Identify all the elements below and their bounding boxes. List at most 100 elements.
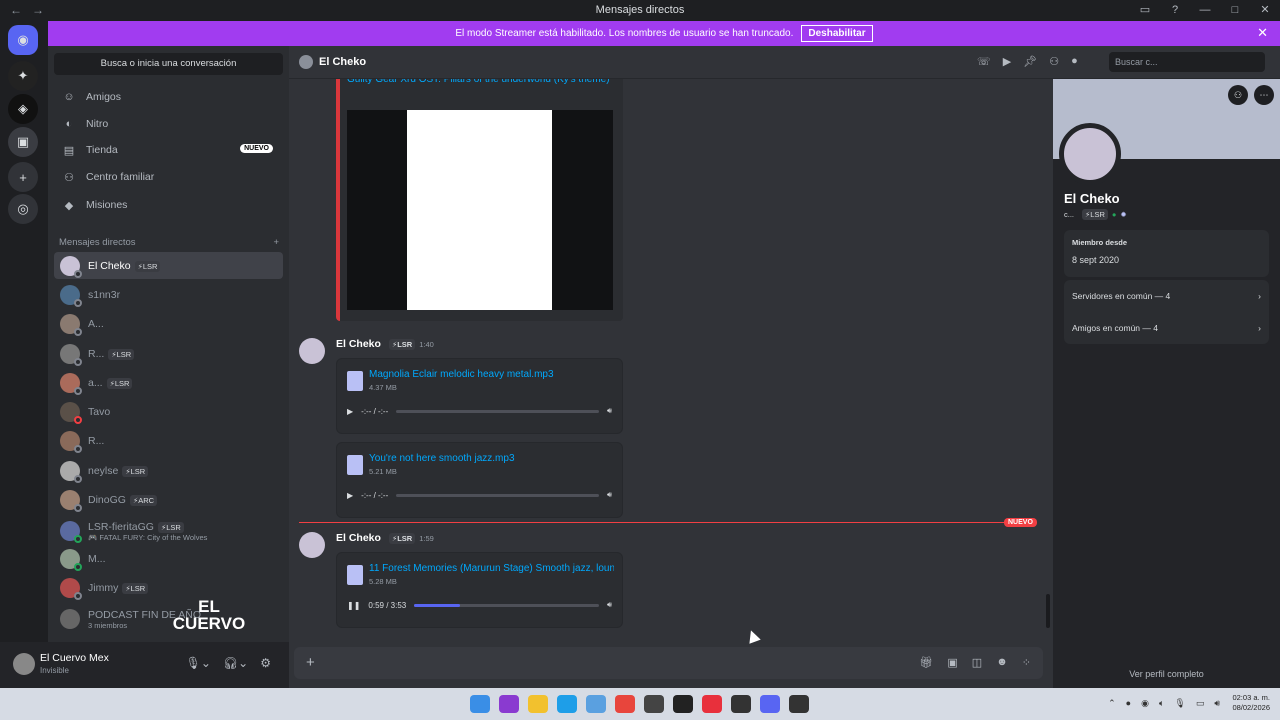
volume-icon[interactable]: 🔊︎ (607, 490, 612, 500)
close-icon[interactable]: ✕ (1257, 25, 1268, 41)
play-icon[interactable]: ▶ (347, 407, 353, 416)
voice-call-icon[interactable]: ☏ (977, 55, 991, 68)
profile-avatar[interactable] (1059, 123, 1121, 185)
nav-nitro[interactable]: ◐ Nitro (54, 111, 283, 137)
dm-item[interactable]: A... (54, 310, 283, 337)
attach-plus-icon[interactable]: + (306, 654, 315, 671)
network-icon[interactable]: ▭ (1196, 698, 1205, 709)
help-icon[interactable]: ? (1160, 0, 1190, 21)
nav-quests[interactable]: ◆ Misiones (54, 192, 283, 218)
author-name[interactable]: El Cheko (336, 338, 381, 350)
dm-item[interactable]: neylse ⚡LSR (54, 457, 283, 484)
chat-recipient[interactable]: El Cheko (299, 55, 366, 69)
dm-item[interactable]: LSR-fieritaGG ⚡LSR 🎮 FATAL FURY: City of t… (54, 516, 283, 546)
chat-search-input[interactable]: Buscar c... (1109, 52, 1265, 72)
conversation-search-button[interactable]: Busca o inicia una conversación (54, 53, 283, 75)
gift-icon[interactable]: 🎁︎ (919, 656, 933, 669)
dm-item[interactable]: PODCAST FIN DE AÑO 3 miembros (54, 604, 283, 634)
author-name[interactable]: El Cheko (336, 532, 381, 544)
media-icon[interactable] (702, 695, 722, 713)
system-clock[interactable]: 02:03 a. m. 08/02/2026 (1232, 693, 1270, 713)
pin-icon[interactable]: 📌︎ (1023, 55, 1037, 68)
dm-item[interactable]: DinoGG ⚡ARC (54, 486, 283, 513)
file-name[interactable]: 11 Forest Memories (Marurun Stage) Smoot… (369, 563, 614, 574)
apps-icon[interactable]: ⁘ (1022, 656, 1031, 669)
dm-item[interactable]: a... ⚡LSR (54, 369, 283, 396)
obs-icon[interactable] (731, 695, 751, 713)
more-options-icon[interactable]: ⋯ (1254, 85, 1274, 105)
disable-streamer-button[interactable]: Deshabilitar (801, 25, 873, 42)
dm-item[interactable]: El Cheko ⚡LSR (54, 252, 283, 279)
avatar[interactable] (299, 532, 325, 558)
member-since-card: Miembro desde 8 sept 2020 (1064, 230, 1269, 277)
dm-item[interactable]: R... (54, 427, 283, 454)
dm-item[interactable]: M... (54, 545, 283, 572)
nav-friends[interactable]: ☺ Amigos (54, 84, 283, 110)
dm-item[interactable]: Jimmy ⚡LSR (54, 574, 283, 601)
user-profile-icon[interactable]: ● (1071, 55, 1078, 68)
discord-icon[interactable] (760, 695, 780, 713)
file-name[interactable]: You're not here smooth jazz.mp3 (369, 453, 614, 464)
sticker-icon[interactable]: ◫ (972, 656, 982, 669)
file-name[interactable]: Magnolia Eclair melodic heavy metal.mp3 (369, 369, 614, 380)
create-dm-icon[interactable]: + (273, 237, 279, 248)
microphone-icon[interactable]: 🎙︎⌄ (186, 656, 211, 670)
mutual-servers-row[interactable]: Servidores en común — 4 › (1064, 280, 1269, 312)
nav-shop[interactable]: ▤ Tienda NUEVO (54, 137, 283, 163)
dm-item[interactable]: Tavo (54, 398, 283, 425)
view-full-profile-link[interactable]: Ver perfil completo (1053, 669, 1280, 679)
chevron-up-icon[interactable]: ⌃ (1108, 698, 1116, 709)
avatar[interactable] (13, 653, 35, 675)
chatgpt-icon[interactable] (644, 695, 664, 713)
dm-item[interactable]: R... ⚡LSR (54, 340, 283, 367)
tray-app-icon[interactable]: ● (1126, 698, 1131, 709)
audio-progress-bar[interactable] (396, 493, 599, 497)
add-friends-icon[interactable]: ⚇ (1049, 55, 1059, 68)
add-friend-icon[interactable]: ⚇ (1228, 85, 1248, 105)
audio-progress-bar[interactable] (396, 409, 599, 413)
video-call-icon[interactable]: ▶ (1003, 55, 1011, 68)
volume-icon[interactable]: 🔊︎ (607, 600, 612, 610)
start-icon[interactable] (470, 695, 490, 713)
store-icon[interactable] (586, 695, 606, 713)
add-server-icon[interactable]: + (8, 162, 38, 192)
volume-icon[interactable]: 🔊︎ (1214, 698, 1220, 709)
close-button[interactable]: ✕ (1250, 0, 1280, 21)
scrollbar-thumb[interactable] (1046, 594, 1050, 628)
mutual-friends-row[interactable]: Amigos en común — 4 › (1064, 312, 1269, 344)
emoji-icon[interactable]: ☻ (996, 656, 1008, 669)
message-input[interactable]: + 🎁︎ ▣ ◫ ☻ ⁘ (294, 647, 1043, 679)
embed-link[interactable]: Guilty Gear Xrd OST: Pillars of the unde… (347, 79, 617, 87)
volume-icon[interactable]: 🔊︎ (607, 406, 612, 416)
server-icon[interactable]: ✦ (8, 61, 38, 91)
server-icon[interactable]: ◈ (8, 94, 38, 124)
play-icon[interactable]: ▶ (347, 491, 353, 500)
app-icon[interactable] (499, 695, 519, 713)
speaker-icon[interactable]: 🔈︎ (1159, 698, 1164, 709)
discord-home-icon[interactable]: ◉ (8, 25, 38, 55)
maximize-button[interactable]: □ (1220, 0, 1250, 21)
discord-tray-icon[interactable]: ◉ (1141, 698, 1149, 709)
audio-progress-bar[interactable] (414, 603, 599, 607)
avatar (60, 401, 82, 424)
avatar (60, 313, 82, 336)
inbox-icon[interactable]: ▭ (1130, 0, 1160, 21)
pause-icon[interactable]: ❚❚ (347, 601, 360, 610)
app-icon[interactable] (789, 695, 809, 713)
microphone-icon[interactable]: 🎙︎ (1174, 698, 1185, 709)
minimize-button[interactable]: — (1190, 0, 1220, 21)
avatar[interactable] (299, 338, 325, 364)
edge-icon[interactable] (557, 695, 577, 713)
settings-gear-icon[interactable]: ⚙ (260, 656, 271, 670)
file-explorer-icon[interactable] (528, 695, 548, 713)
discover-icon[interactable]: ◎ (8, 194, 38, 224)
server-folder-icon[interactable]: ▣ (8, 127, 38, 157)
headphones-icon[interactable]: 🎧︎⌄ (223, 656, 248, 670)
app-icon[interactable] (673, 695, 693, 713)
message-header: El Cheko ⚡LSR 1:40 (336, 338, 434, 350)
nav-family-center[interactable]: ⚇ Centro familiar (54, 164, 283, 190)
dm-item[interactable]: s1nn3r (54, 281, 283, 308)
chrome-icon[interactable] (615, 695, 635, 713)
embed-video[interactable] (347, 110, 613, 310)
gif-icon[interactable]: ▣ (947, 656, 957, 669)
